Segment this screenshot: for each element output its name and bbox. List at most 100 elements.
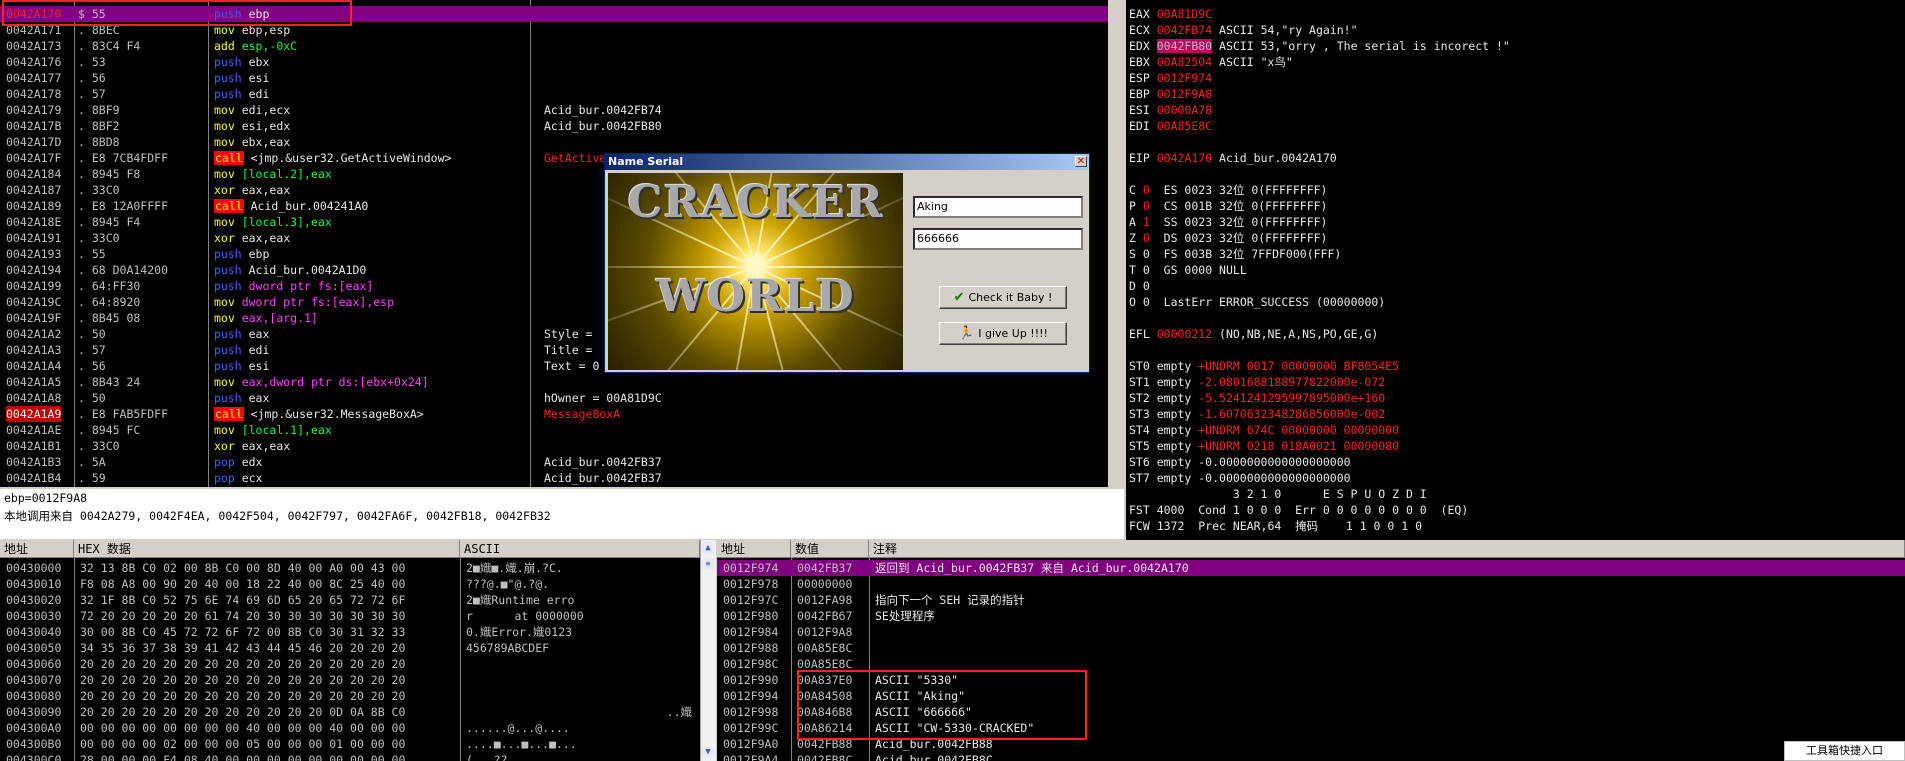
check-it-button[interactable]: ✔ Check it Baby ! xyxy=(939,286,1067,309)
stack-row[interactable]: 0012F980 0042FB67 SE处理程序 xyxy=(717,608,1905,624)
disasm-code: push dword ptr fs:[eax] xyxy=(214,279,374,293)
stack-address: 0012F994 xyxy=(723,689,779,703)
fpu-name: ST1 xyxy=(1129,375,1150,389)
disasm-address: 0042A17D xyxy=(6,135,62,149)
dump-scroll-up-icon[interactable]: ▲ xyxy=(702,542,714,554)
disasm-hex: . 8BF9 xyxy=(78,103,120,117)
dump-header-address[interactable]: 地址 xyxy=(0,540,74,558)
stack-row[interactable]: 0012F984 0012F9A8 xyxy=(717,624,1905,640)
dump-scrollbar-track[interactable]: ▲ ≡ ▼ xyxy=(700,540,716,761)
dump-row[interactable]: 004300C0 28 00 00 00 F4 08 40 00 00 00 00… xyxy=(0,752,700,761)
name-input[interactable]: Aking xyxy=(913,196,1083,218)
disasm-address: 0042A191 xyxy=(6,231,62,245)
fpu-tag: empty xyxy=(1149,407,1199,421)
toolbox-shortcut-button[interactable]: 工具箱快捷入口 xyxy=(1784,741,1905,761)
disasm-row[interactable]: 0042A177 . 56 push esi xyxy=(0,70,1108,86)
stack-row[interactable]: 0012F978 00000000 xyxy=(717,576,1905,592)
disasm-row[interactable]: 0042A1B1 . 33C0 xor eax,eax xyxy=(0,438,1108,454)
disasm-hex: . 64:8920 xyxy=(78,295,141,309)
serial-input[interactable]: 666666 xyxy=(913,228,1083,250)
disasm-row[interactable]: 0042A178 . 57 push edi xyxy=(0,86,1108,102)
flag-value: 1 xyxy=(1142,215,1150,229)
flag-row: Z 0 DS 0023 32位 0(FFFFFFFF) xyxy=(1129,230,1899,246)
disasm-comment: Text = 0 xyxy=(544,359,600,373)
disasm-row[interactable]: 0042A1B4 . 59 pop ecx Acid_bur.0042FB37 xyxy=(0,470,1108,486)
dump-row[interactable]: 00430040 30 00 8B C0 45 72 72 6F 72 00 8B… xyxy=(0,624,700,640)
flag-value: 0 xyxy=(1142,199,1150,213)
register-value: 0012F9A8 xyxy=(1156,87,1213,101)
registers-pane[interactable]: EAX 00A81D9C ECX 0042FB74 ASCII 54,"ry A… xyxy=(1126,0,1905,540)
stack-row[interactable]: 0012F988 00A85E8C xyxy=(717,640,1905,656)
disasm-code: mov [local.2],eax xyxy=(214,167,332,181)
stack-row[interactable]: 0012F974 0042FB37 返回到 Acid_bur.0042FB37 来自… xyxy=(717,560,1905,576)
register-spacer xyxy=(1129,342,1899,358)
disasm-row[interactable]: 0042A17D . 8BD8 mov ebx,eax xyxy=(0,134,1108,150)
dump-ascii: ???@.■"@.?@. xyxy=(466,577,550,591)
disasm-hex: . 50 xyxy=(78,327,106,341)
disasm-row[interactable]: 0042A1A5 . 8B43 24 mov eax,dword ptr ds:[e… xyxy=(0,374,1108,390)
disasm-hex: . 57 xyxy=(78,343,106,357)
flag-name: P xyxy=(1129,199,1136,213)
disasm-row[interactable]: 0042A17B . 8BF2 mov esi,edx Acid_bur.0042FB… xyxy=(0,118,1108,134)
fpu-name: ST7 xyxy=(1129,471,1150,485)
stack-row[interactable]: 0012F9A4 0042FB8C Acid_bur.0042FB8C xyxy=(717,752,1905,761)
dump-row[interactable]: 00430030 72 20 20 20 20 20 61 74 20 30 30… xyxy=(0,608,700,624)
stack-header-address[interactable]: 地址 xyxy=(717,540,791,558)
disasm-row[interactable]: 0042A1B3 . 5A pop edx Acid_bur.0042FB37 xyxy=(0,454,1108,470)
fpu-tag: empty xyxy=(1149,375,1199,389)
disasm-comment: hOwner = 00A81D9C xyxy=(544,391,662,405)
disasm-code: mov [local.1],eax xyxy=(214,423,332,437)
disasm-row[interactable]: 0042A1A8 . 50 push eax hOwner = 00A81D9C xyxy=(0,390,1108,406)
stack-value: 0012F9A8 xyxy=(797,625,853,639)
disasm-hex: . 33C0 xyxy=(78,183,120,197)
fpu-name: ST5 xyxy=(1129,439,1150,453)
checkmark-icon: ✔ xyxy=(953,290,965,305)
stack-pane[interactable]: 地址 数值 注释 0012F974 0042FB37 返回到 Acid_bur.00… xyxy=(717,540,1905,761)
register-note xyxy=(1212,87,1219,101)
dump-row[interactable]: 00430020 32 1F 8B C0 52 75 6E 74 69 6D 65… xyxy=(0,592,700,608)
disasm-hex: . 5A xyxy=(78,455,106,469)
stack-address: 0012F998 xyxy=(723,705,779,719)
fpu-name: ST3 xyxy=(1129,407,1150,421)
dump-scroll-down-icon[interactable]: ▼ xyxy=(702,746,714,758)
flag-segment: GS 0000 NULL xyxy=(1149,263,1247,277)
dump-row[interactable]: 00430050 34 35 36 37 38 39 41 42 43 44 45… xyxy=(0,640,700,656)
disasm-hex: . 57 xyxy=(78,87,106,101)
name-serial-dialog[interactable]: Name Serial ✕ CRACKER WORLD Aking 666666… xyxy=(604,153,1090,373)
disasm-row[interactable]: 0042A1AE . 8945 FC mov [local.1],eax xyxy=(0,422,1108,438)
dialog-titlebar[interactable]: Name Serial ✕ xyxy=(605,154,1089,170)
stack-address: 0012F990 xyxy=(723,673,779,687)
disasm-row[interactable]: 0042A176 . 53 push ebx xyxy=(0,54,1108,70)
disasm-address: 0042A18E xyxy=(6,215,62,229)
fpu-value: +UNORM 0017 00000000 BF8054E5 xyxy=(1198,359,1400,373)
disasm-code: push edi xyxy=(214,343,270,357)
disasm-hex: . 8B45 08 xyxy=(78,311,141,325)
fpu-row: ST7 empty -0.0000000000000000000 xyxy=(1129,470,1899,486)
dump-address: 00430070 xyxy=(6,673,62,687)
close-icon[interactable]: ✕ xyxy=(1075,156,1087,167)
dump-row[interactable]: 00430060 20 20 20 20 20 20 20 20 20 20 20… xyxy=(0,656,700,672)
dump-row[interactable]: 00430070 20 20 20 20 20 20 20 20 20 20 20… xyxy=(0,672,700,688)
dump-row[interactable]: 00430080 20 20 20 20 20 20 20 20 20 20 20… xyxy=(0,688,700,704)
disasm-row[interactable]: 0042A1A9 . E8 FAB5FDFF call <jmp.&user32.M… xyxy=(0,406,1108,422)
dump-row[interactable]: 00430000 32 13 8B C0 02 00 8B C0 00 8D 40… xyxy=(0,560,700,576)
dump-header-hex[interactable]: HEX 数据 xyxy=(74,540,460,558)
disasm-row[interactable]: 0042A179 . 8BF9 mov edi,ecx Acid_bur.0042FB… xyxy=(0,102,1108,118)
dump-row[interactable]: 004300A0 00 00 00 00 00 00 00 00 40 00 00… xyxy=(0,720,700,736)
dump-row[interactable]: 004300B0 00 00 00 00 02 00 00 00 05 00 00… xyxy=(0,736,700,752)
disasm-address: 0042A1A3 xyxy=(6,343,62,357)
dump-pane[interactable]: 地址 HEX 数据 ASCII 00430000 32 13 8B C0 02 0… xyxy=(0,540,700,761)
flag-name: Z xyxy=(1129,231,1136,245)
stack-header-comment[interactable]: 注释 xyxy=(869,540,1905,558)
stack-header-value[interactable]: 数值 xyxy=(791,540,869,558)
stack-row[interactable]: 0012F97C 0012FA98 指向下一个 SEH 记录的指针 xyxy=(717,592,1905,608)
disasm-row[interactable]: 0042A173 . 83C4 F4 add esp,-0xC xyxy=(0,38,1108,54)
stack-address: 0012F988 xyxy=(723,641,779,655)
dump-header-ascii[interactable]: ASCII xyxy=(460,540,700,558)
give-up-button[interactable]: 🏃 I give Up !!!! xyxy=(939,322,1067,345)
disasm-address: 0042A1B1 xyxy=(6,439,62,453)
dump-row[interactable]: 00430010 F8 08 A8 00 90 20 40 00 18 22 40… xyxy=(0,576,700,592)
dump-row[interactable]: 00430090 20 20 20 20 20 20 20 20 20 20 20… xyxy=(0,704,700,720)
dump-scroll-thumb[interactable]: ≡ xyxy=(702,558,714,570)
register-value: 00000A78 xyxy=(1156,103,1213,117)
